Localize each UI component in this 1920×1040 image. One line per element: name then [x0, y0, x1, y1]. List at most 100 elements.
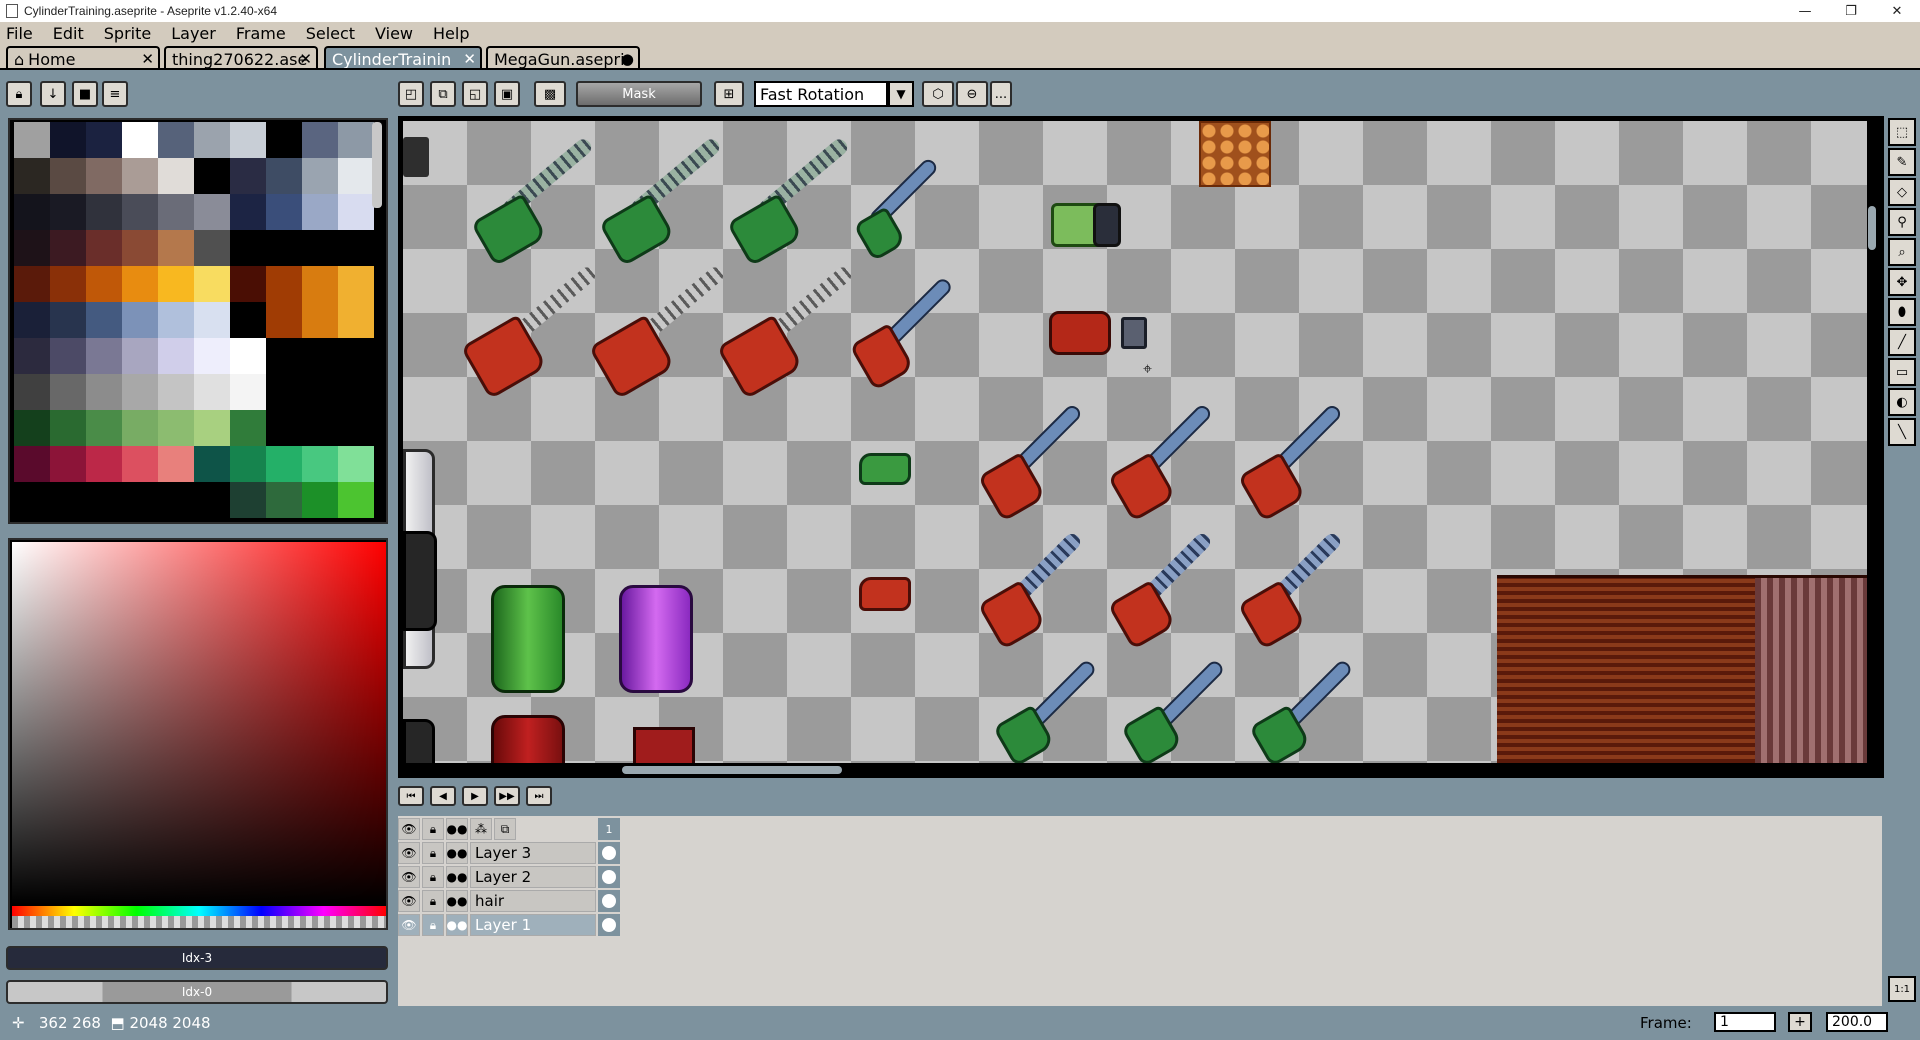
continuous-icon[interactable]: ●●: [446, 842, 468, 864]
menu-select[interactable]: Select: [306, 24, 355, 43]
add-selection-button[interactable]: ⧉: [430, 81, 456, 107]
layer-row-selected[interactable]: 👁︎ 🔒︎ ●● Layer 1: [398, 914, 620, 938]
layer-name[interactable]: Layer 1: [470, 914, 596, 936]
palette-swatch[interactable]: [266, 338, 302, 374]
palette-swatch[interactable]: [338, 482, 374, 518]
continuous-icon[interactable]: ●●: [446, 890, 468, 912]
palette-swatch[interactable]: [122, 122, 158, 158]
eye-icon[interactable]: 👁︎: [398, 866, 420, 888]
palette-swatch[interactable]: [230, 122, 266, 158]
tab-megagun[interactable]: MegaGun.asepri ●: [486, 46, 640, 70]
menu-view[interactable]: View: [375, 24, 413, 43]
palette-swatch[interactable]: [86, 374, 122, 410]
alpha-slider[interactable]: [12, 916, 386, 928]
palette-swatch[interactable]: [230, 410, 266, 446]
menu-layer[interactable]: Layer: [171, 24, 216, 43]
palette-scrollbar[interactable]: [372, 122, 382, 208]
tab-home[interactable]: ⌂ Home ✕: [6, 46, 160, 70]
close-window-button[interactable]: ✕: [1874, 0, 1920, 22]
close-tab-icon[interactable]: ✕: [463, 50, 476, 68]
palette-swatch[interactable]: [50, 230, 86, 266]
frame-input[interactable]: 1: [1714, 1012, 1776, 1032]
lock-icon[interactable]: 🔒︎: [422, 842, 444, 864]
eraser-tool-icon[interactable]: ◇: [1888, 178, 1916, 206]
palette-swatch[interactable]: [122, 410, 158, 446]
palette-swatch[interactable]: [14, 410, 50, 446]
palette-swatch[interactable]: [266, 374, 302, 410]
canvas-horizontal-scrollbar[interactable]: [622, 766, 842, 774]
drop-pixels-button[interactable]: ⬡: [922, 81, 954, 107]
palette-swatch[interactable]: [266, 482, 302, 518]
palette-swatch[interactable]: [122, 302, 158, 338]
cel[interactable]: [598, 890, 620, 912]
palette-swatch[interactable]: [266, 230, 302, 266]
palette-swatch[interactable]: [194, 122, 230, 158]
sprite-canvas[interactable]: ⌖: [403, 121, 1867, 763]
palette-swatch[interactable]: [230, 338, 266, 374]
palette-swatch[interactable]: [338, 122, 374, 158]
transparent-color-mask[interactable]: Mask: [576, 81, 702, 107]
marquee-tool-icon[interactable]: ⬚: [1888, 118, 1916, 146]
palette-swatch[interactable]: [14, 302, 50, 338]
cel[interactable]: [598, 914, 620, 936]
continuous-icon[interactable]: ●●: [446, 866, 468, 888]
palette-swatch[interactable]: [14, 374, 50, 410]
palette-swatch[interactable]: [86, 482, 122, 518]
palette-swatch[interactable]: [50, 158, 86, 194]
eye-icon[interactable]: 👁︎: [398, 890, 420, 912]
continuous-icon[interactable]: ●●: [446, 818, 468, 840]
palette-options-button[interactable]: ≡: [102, 81, 128, 107]
palette-swatch[interactable]: [122, 338, 158, 374]
saturation-value-field[interactable]: [12, 542, 386, 904]
layer-row[interactable]: 👁︎ 🔒︎ ●● Layer 3: [398, 842, 620, 866]
minimize-button[interactable]: —: [1782, 0, 1828, 22]
close-tab-icon[interactable]: ✕: [299, 50, 312, 68]
palette-swatch[interactable]: [50, 374, 86, 410]
palette-swatch[interactable]: [158, 302, 194, 338]
palette-swatch[interactable]: [338, 158, 374, 194]
presets-button[interactable]: ■: [72, 81, 98, 107]
palette-swatch[interactable]: [158, 446, 194, 482]
sort-palette-button[interactable]: ↓: [40, 81, 66, 107]
palette-swatch[interactable]: [302, 266, 338, 302]
palette-swatch[interactable]: [194, 338, 230, 374]
first-frame-button[interactable]: ⏮: [398, 786, 424, 806]
palette-swatch[interactable]: [302, 158, 338, 194]
palette-swatch[interactable]: [50, 122, 86, 158]
palette-swatch[interactable]: [158, 158, 194, 194]
previous-frame-button[interactable]: ◀: [430, 786, 456, 806]
palette-swatch[interactable]: [86, 230, 122, 266]
palette-swatch[interactable]: [50, 194, 86, 230]
palette-swatch[interactable]: [86, 158, 122, 194]
palette-swatch[interactable]: [194, 410, 230, 446]
palette-swatch[interactable]: [194, 230, 230, 266]
palette-swatch[interactable]: [86, 194, 122, 230]
palette-swatch[interactable]: [122, 482, 158, 518]
menu-sprite[interactable]: Sprite: [104, 24, 151, 43]
palette-swatch[interactable]: [338, 230, 374, 266]
blur-tool-icon[interactable]: ╲: [1888, 418, 1916, 446]
next-frame-button[interactable]: ▶▶: [494, 786, 520, 806]
link-cels-icon[interactable]: ⧉: [494, 818, 516, 840]
palette-swatch[interactable]: [338, 194, 374, 230]
tab-thing270622[interactable]: thing270622.ase ✕: [164, 46, 318, 70]
palette-swatch[interactable]: [86, 266, 122, 302]
lock-icon[interactable]: 🔒︎: [422, 818, 444, 840]
palette-swatch[interactable]: [86, 302, 122, 338]
palette-swatch[interactable]: [158, 230, 194, 266]
palette-swatch[interactable]: [302, 122, 338, 158]
palette-swatch[interactable]: [302, 338, 338, 374]
palette-swatch[interactable]: [338, 338, 374, 374]
layer-row[interactable]: 👁︎ 🔒︎ ●● hair: [398, 890, 620, 914]
palette-swatch[interactable]: [14, 194, 50, 230]
palette-swatch[interactable]: [230, 482, 266, 518]
palette-swatch[interactable]: [266, 158, 302, 194]
palette-swatch[interactable]: [158, 410, 194, 446]
palette-swatch[interactable]: [86, 122, 122, 158]
modified-dot-icon[interactable]: ●: [621, 50, 634, 68]
palette-swatch[interactable]: [122, 446, 158, 482]
palette-swatch[interactable]: [338, 266, 374, 302]
palette-swatch[interactable]: [194, 302, 230, 338]
lock-icon[interactable]: 🔒︎: [422, 914, 444, 936]
palette-swatch[interactable]: [194, 194, 230, 230]
